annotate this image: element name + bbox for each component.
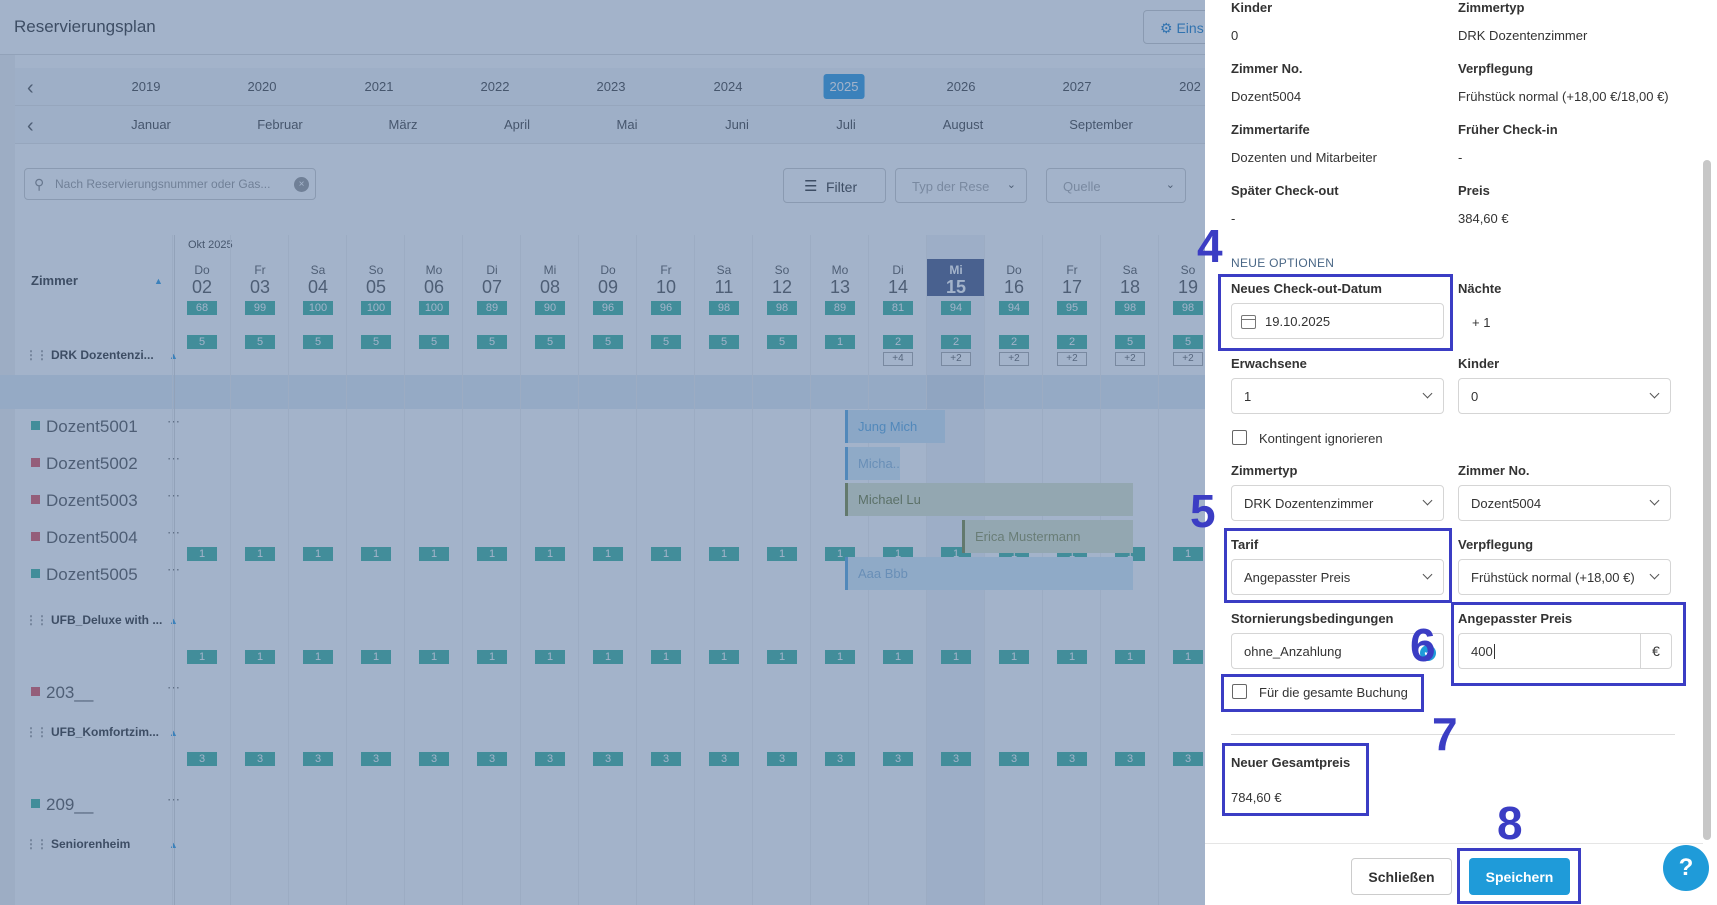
zimmer-no-value: Dozent5004 <box>1471 496 1542 511</box>
chevron-down-icon <box>1422 495 1433 506</box>
kontingent-label: Kontingent ignorieren <box>1259 431 1383 446</box>
verpflegung-select[interactable]: Frühstück normal (+18,00 €) <box>1458 559 1671 595</box>
verpflegung-value: Frühstück normal (+18,00 €) <box>1471 570 1635 585</box>
zimmer-no-label: Zimmer No. <box>1231 61 1303 76</box>
zimmertyp-label: Zimmertyp <box>1458 0 1525 15</box>
spaeter-checkout-label: Später Check-out <box>1231 183 1339 198</box>
chevron-down-icon <box>1649 388 1660 399</box>
annotation-box-7 <box>1222 743 1369 816</box>
annotation-box-gesamte-buchung <box>1221 674 1424 712</box>
section-title: NEUE OPTIONEN <box>1231 256 1335 270</box>
modal-overlay[interactable] <box>0 0 1205 905</box>
kinder-select[interactable]: 0 <box>1458 378 1671 414</box>
zimmer-no-select[interactable]: Dozent5004 <box>1458 485 1671 521</box>
naechte-value: + 1 <box>1472 315 1491 330</box>
chevron-down-icon <box>1649 495 1660 506</box>
help-button[interactable]: ? <box>1663 845 1709 891</box>
preis-value: 384,60 € <box>1458 211 1509 226</box>
annotation-number-5: 5 <box>1190 485 1216 537</box>
chevron-down-icon <box>1422 388 1433 399</box>
storno-value: ohne_Anzahlung <box>1244 644 1342 659</box>
erwachsene-select[interactable]: 1 <box>1231 378 1444 414</box>
zimmertyp-value: DRK Dozentenzimmer <box>1244 496 1374 511</box>
zimmertarife-label: Zimmertarife <box>1231 122 1310 137</box>
annotation-number-8: 8 <box>1497 797 1523 849</box>
reservation-plan-background: Reservierungsplan ⚙ Eins ‹ 2019202020212… <box>0 0 1205 905</box>
annotation-number-7: 7 <box>1432 708 1458 760</box>
kinder-label: Kinder <box>1458 356 1500 371</box>
kinder-value: 0 <box>1471 389 1479 404</box>
naechte-label: Nächte <box>1458 281 1502 296</box>
annotation-box-8 <box>1457 848 1581 904</box>
verpflegung-label: Verpflegung <box>1458 61 1534 76</box>
annotation-number-4: 4 <box>1197 220 1223 272</box>
storno-label: Stornierungsbedingungen <box>1231 611 1394 626</box>
close-button[interactable]: Schließen <box>1351 858 1452 895</box>
chevron-down-icon <box>1649 569 1660 580</box>
zimmer-no-value: Dozent5004 <box>1231 89 1302 104</box>
kinder-label: Kinder <box>1231 0 1273 15</box>
annotation-box-5 <box>1224 528 1452 603</box>
preis-label: Preis <box>1458 183 1490 198</box>
drawer-footer: Schließen Speichern <box>1205 843 1703 905</box>
zimmertarife-value: Dozenten und Mitarbeiter <box>1231 150 1377 165</box>
frueher-checkin-value: - <box>1458 150 1463 165</box>
annotation-number-6: 6 <box>1410 619 1436 671</box>
kontingent-checkbox[interactable] <box>1232 430 1247 445</box>
verpflegung-label: Verpflegung <box>1458 537 1534 552</box>
annotation-box-4 <box>1218 274 1453 351</box>
frueher-checkin-label: Früher Check-in <box>1458 122 1558 137</box>
annotation-box-6 <box>1451 602 1686 686</box>
scrollbar[interactable] <box>1703 160 1711 840</box>
kinder-value: 0 <box>1231 28 1239 43</box>
zimmertyp-label: Zimmertyp <box>1231 463 1298 478</box>
zimmertyp-value: DRK Dozentenzimmer <box>1458 28 1588 43</box>
erwachsene-label: Erwachsene <box>1231 356 1307 371</box>
verpflegung-value: Frühstück normal (+18,00 €/18,00 €) <box>1458 89 1669 104</box>
zimmer-no-label: Zimmer No. <box>1458 463 1530 478</box>
zimmertyp-select[interactable]: DRK Dozentenzimmer <box>1231 485 1444 521</box>
erwachsene-value: 1 <box>1244 389 1252 404</box>
spaeter-checkout-value: - <box>1231 211 1236 226</box>
